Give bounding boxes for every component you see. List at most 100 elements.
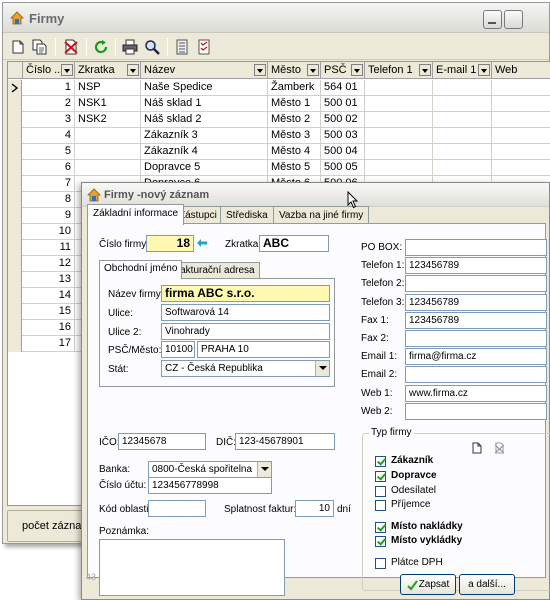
title-bar[interactable]: Firmy <box>3 3 549 33</box>
cell-zkratka[interactable]: NSK2 <box>75 112 141 128</box>
report-button[interactable] <box>195 38 213 56</box>
po-box-field[interactable] <box>405 239 547 256</box>
cell-psc[interactable]: 500 05 <box>321 160 365 176</box>
ulice2-field[interactable]: Vinohrady <box>161 323 330 340</box>
minimize-button[interactable] <box>483 10 502 29</box>
cell-cislo[interactable]: 8 <box>23 192 75 208</box>
cell-email1[interactable] <box>433 80 492 96</box>
cell-cislo[interactable]: 12 <box>23 256 75 272</box>
web1-field[interactable]: www.firma.cz <box>405 384 547 402</box>
cell-zkratka[interactable] <box>75 128 141 144</box>
filter-dropdown-icon[interactable] <box>61 64 73 76</box>
misto-nakladky-checkbox[interactable] <box>375 522 386 533</box>
delete-record-button[interactable] <box>62 38 80 56</box>
filter-dropdown-icon[interactable] <box>254 64 266 76</box>
cell-cislo[interactable]: 4 <box>23 128 75 144</box>
delete-icon[interactable] <box>493 442 505 454</box>
cell-email1[interactable] <box>433 160 492 176</box>
cell-cislo[interactable]: 14 <box>23 288 75 304</box>
print-button[interactable] <box>121 38 139 56</box>
cell-email1[interactable] <box>433 144 492 160</box>
cislo-firmy-field[interactable]: 18 <box>146 235 194 252</box>
column-header-cislo[interactable]: Číslo ... <box>23 62 75 79</box>
cell-email1[interactable] <box>433 112 492 128</box>
cell-psc[interactable]: 564 01 <box>321 80 365 96</box>
fax2-field[interactable] <box>405 330 547 347</box>
cell-cislo[interactable]: 6 <box>23 160 75 176</box>
fax1-field[interactable]: 123456789 <box>405 311 547 329</box>
cell-zkratka[interactable]: NSK1 <box>75 96 141 112</box>
row-indicator[interactable] <box>8 160 22 176</box>
splatnost-field[interactable]: 10 <box>295 500 334 517</box>
table-row[interactable]: 4 Zákazník 3 Město 3 500 03 <box>8 128 550 144</box>
row-indicator[interactable] <box>8 304 22 320</box>
row-indicator[interactable] <box>8 224 22 240</box>
kod-oblasti-field[interactable] <box>148 500 206 517</box>
subtab-obchodni-jmeno[interactable]: Obchodní jméno <box>99 260 183 279</box>
filter-dropdown-icon[interactable] <box>307 64 319 76</box>
cell-telefon1[interactable] <box>365 128 433 144</box>
cell-web[interactable] <box>492 128 550 144</box>
banka-select[interactable]: 0800-Česká spořitelna <box>148 461 272 478</box>
zkratka-field[interactable]: ABC <box>259 235 329 252</box>
stat-select[interactable]: CZ - Česká Republika <box>161 360 330 377</box>
filter-dropdown-icon[interactable] <box>351 64 363 76</box>
row-indicator[interactable] <box>8 192 22 208</box>
dic-field[interactable]: 123-45678901 <box>235 433 335 450</box>
ulice-field[interactable]: Softwarová 14 <box>161 304 330 321</box>
cell-mesto[interactable]: Město 2 <box>268 112 321 128</box>
row-indicator[interactable] <box>8 80 22 96</box>
column-header-mesto[interactable]: Město <box>268 62 321 79</box>
row-indicator[interactable] <box>8 320 22 336</box>
row-indicator[interactable] <box>8 208 22 224</box>
column-header-zkratka[interactable]: Zkratka <box>75 62 141 79</box>
row-indicator[interactable] <box>8 96 22 112</box>
row-indicator[interactable] <box>8 256 22 272</box>
filter-dropdown-icon[interactable] <box>478 64 490 76</box>
cell-psc[interactable]: 500 01 <box>321 96 365 112</box>
cell-mesto[interactable]: Žamberk <box>268 80 321 96</box>
column-header-web[interactable]: Web <box>492 62 550 79</box>
cell-zkratka[interactable]: NSP <box>75 80 141 96</box>
cell-cislo[interactable]: 9 <box>23 208 75 224</box>
a-dalsi-button[interactable]: a další... <box>459 574 515 595</box>
email2-field[interactable] <box>405 366 547 384</box>
cell-zkratka[interactable] <box>75 144 141 160</box>
cell-mesto[interactable]: Město 1 <box>268 96 321 112</box>
cell-email1[interactable] <box>433 128 492 144</box>
cell-telefon1[interactable] <box>365 96 433 112</box>
cell-web[interactable] <box>492 144 550 160</box>
cell-web[interactable] <box>492 160 550 176</box>
table-row[interactable]: 5 Zákazník 4 Město 4 500 04 <box>8 144 550 160</box>
telefon3-field[interactable]: 123456789 <box>405 293 547 311</box>
cell-telefon1[interactable] <box>365 160 433 176</box>
ico-field[interactable]: 12345678 <box>118 433 206 450</box>
column-header-email1[interactable]: E-mail 1 <box>433 62 492 79</box>
row-indicator[interactable] <box>8 128 22 144</box>
platce-dph-checkbox[interactable] <box>375 558 386 569</box>
cell-cislo[interactable]: 16 <box>23 320 75 336</box>
web2-field[interactable] <box>405 402 547 420</box>
cell-cislo[interactable]: 7 <box>23 176 75 192</box>
zapsat-button[interactable]: Zapsat <box>400 574 456 595</box>
psc-field[interactable]: 10100 <box>161 341 195 358</box>
cell-cislo[interactable]: 10 <box>23 224 75 240</box>
new-record-button[interactable] <box>9 38 27 56</box>
maximize-button[interactable] <box>504 10 523 29</box>
email1-field[interactable]: firma@firma.cz <box>405 348 547 366</box>
copy-record-button[interactable] <box>31 38 49 56</box>
cell-mesto[interactable]: Město 3 <box>268 128 321 144</box>
chevron-down-icon[interactable] <box>257 462 271 477</box>
cell-cislo[interactable]: 13 <box>23 272 75 288</box>
filter-dropdown-icon[interactable] <box>127 64 139 76</box>
misto-vykladky-checkbox[interactable] <box>375 536 386 547</box>
poznamka-textarea[interactable] <box>99 539 285 596</box>
cell-cislo[interactable]: 17 <box>23 336 75 352</box>
refresh-button[interactable] <box>92 38 110 56</box>
mesto-field[interactable]: PRAHA 10 <box>197 341 330 358</box>
table-row[interactable]: 3 NSK2 Náš sklad 2 Město 2 500 02 <box>8 112 550 128</box>
column-header-telefon1[interactable]: Telefon 1 <box>365 62 433 79</box>
search-button[interactable] <box>143 38 161 56</box>
filter-dropdown-icon[interactable] <box>419 64 431 76</box>
arrow-left-icon[interactable] <box>197 239 207 247</box>
